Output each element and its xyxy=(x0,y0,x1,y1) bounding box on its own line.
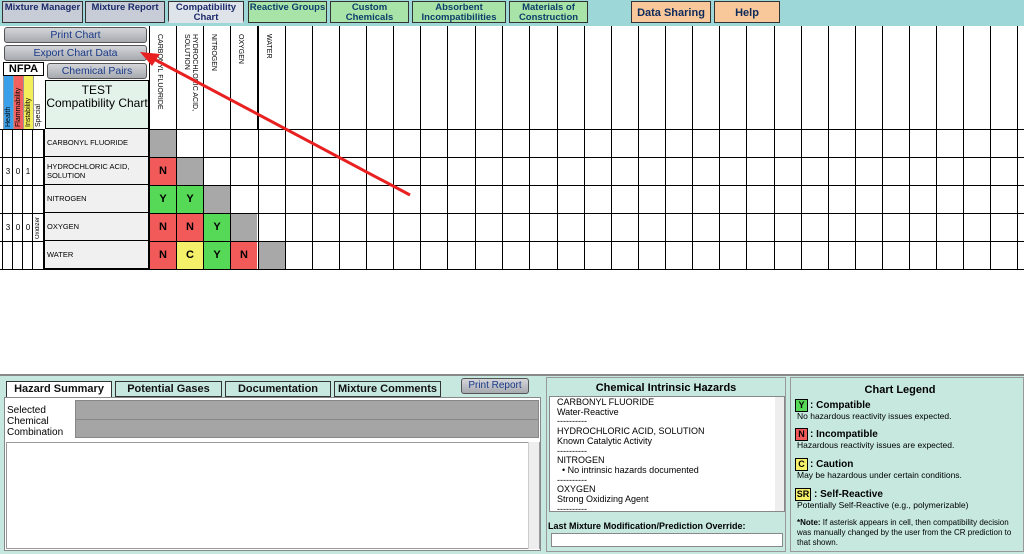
intrinsic-hazard-line: Water-Reactive xyxy=(557,406,619,417)
chart-legend-title: Chart Legend xyxy=(864,384,936,396)
legend-description: No hazardous reactivity issues expected. xyxy=(797,411,952,421)
intrinsic-hazard-line: • No intrinsic hazards documented xyxy=(557,464,699,475)
legend-title: : Compatible xyxy=(810,400,871,411)
intrinsic-hazard-line: ---------- xyxy=(557,503,587,512)
tab-documentation[interactable]: Documentation xyxy=(225,381,331,397)
intrinsic-hazard-line: Strong Oxidizing Agent xyxy=(557,494,649,505)
legend-title: : Incompatible xyxy=(810,429,878,440)
legend-note: *Note: If asterisk appears in cell, then… xyxy=(797,518,1012,547)
legend-title: : Self-Reactive xyxy=(814,489,883,500)
last-mod-label: Last Mixture Modification/Prediction Ove… xyxy=(548,521,746,531)
tab-mixture-comments[interactable]: Mixture Comments xyxy=(334,381,441,397)
tab-hazard-summary[interactable]: Hazard Summary xyxy=(6,381,112,397)
intrinsic-hazards-scrollbar[interactable] xyxy=(775,397,784,511)
hazard-summary-textarea[interactable] xyxy=(6,442,540,549)
legend-description: May be hazardous under certain condition… xyxy=(797,470,962,480)
selected-combination-label: Selected Chemical Combination xyxy=(7,405,64,438)
intrinsic-hazards-list[interactable]: CARBONYL FLUORIDE Water-Reactive ---------… xyxy=(549,396,785,512)
intrinsic-hazards-title: Chemical Intrinsic Hazards xyxy=(595,382,737,394)
legend-description: Potentially Self-Reactive (e.g., polymer… xyxy=(797,500,969,510)
tab-potential-gases[interactable]: Potential Gases xyxy=(115,381,222,397)
legend-description: Hazardous reactivity issues are expected… xyxy=(797,440,955,450)
last-mod-field[interactable] xyxy=(551,533,783,547)
print-report-button[interactable]: Print Report xyxy=(461,378,529,394)
intrinsic-hazard-line: Known Catalytic Activity xyxy=(557,435,653,446)
legend-title: : Caution xyxy=(810,459,854,470)
hazard-summary-scrollbar[interactable] xyxy=(528,442,539,549)
